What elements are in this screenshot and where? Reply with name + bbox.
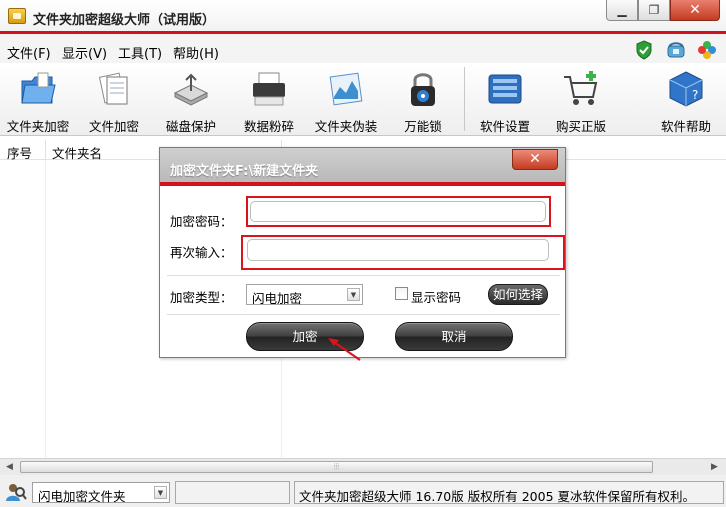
- users-search-icon: [6, 484, 27, 501]
- scroll-grip-icon: ⦙⦙⦙: [333, 462, 340, 471]
- encrypt-type-select[interactable]: 闪电加密 ▼: [246, 284, 363, 306]
- folder-type-value: 闪电加密文件夹: [38, 489, 126, 504]
- grid-line: [45, 160, 46, 458]
- menu-bar: 文件(F) 显示(V) 工具(T) 帮助(H): [0, 37, 726, 63]
- toolbar-label: 文件夹伪装: [314, 119, 378, 134]
- padlock-icon: [411, 73, 435, 106]
- toolbar-label: 购买正版: [555, 119, 606, 134]
- toolbar-label: 文件加密: [88, 119, 139, 134]
- title-bar: 文件夹加密超级大师（试用版） ▁ ❐ ✕: [0, 0, 726, 34]
- data-shred-button[interactable]: 数据粉碎: [231, 63, 307, 136]
- toolbar-label: 文件夹加密: [6, 119, 70, 134]
- password-input[interactable]: [250, 201, 546, 222]
- svg-text:?: ?: [692, 88, 698, 102]
- disk-protect-button[interactable]: 磁盘保护: [153, 63, 229, 136]
- toolbar: 文件夹加密 文件加密 磁盘保护 数据粉碎 文件夹伪装 万能锁 软件设置 购买正版…: [0, 63, 726, 136]
- toolbar-label: 万能锁: [404, 119, 442, 134]
- maximize-icon: ❐: [648, 3, 660, 17]
- folder-type-filter[interactable]: 闪电加密文件夹 ▼: [32, 482, 170, 504]
- software-settings-button[interactable]: 软件设置: [467, 63, 543, 136]
- toolbar-label: 软件帮助: [660, 119, 711, 134]
- scroll-thumb[interactable]: ⦙⦙⦙: [20, 461, 653, 473]
- encrypt-type-value: 闪电加密: [252, 291, 303, 306]
- help-cube-icon: ?: [669, 71, 703, 107]
- menu-tools[interactable]: 工具(T): [118, 43, 162, 62]
- dialog-divider: [167, 314, 560, 315]
- dialog-title-bar: 加密文件夹F:\新建文件夹 ✕: [160, 148, 565, 186]
- column-index[interactable]: 序号: [7, 143, 32, 162]
- close-button[interactable]: ✕: [670, 0, 720, 21]
- folder-icon: [21, 72, 56, 104]
- app-icon: [8, 8, 26, 24]
- close-icon: ✕: [689, 2, 701, 18]
- settings-panel-icon: [488, 74, 522, 104]
- password-label: 加密密码：: [170, 214, 233, 229]
- encrypt-folder-dialog: 加密文件夹F:\新建文件夹 ✕ 加密密码： 再次输入： 加密类型： 闪电加密 ▼…: [159, 147, 566, 358]
- close-icon: ✕: [529, 151, 541, 167]
- toolbar-label: 数据粉碎: [243, 119, 294, 134]
- buy-license-button[interactable]: 购买正版: [543, 63, 619, 136]
- folder-disguise-button[interactable]: 文件夹伪装: [308, 63, 384, 136]
- column-divider[interactable]: [45, 140, 46, 160]
- scroll-right-arrow[interactable]: ▶: [706, 459, 723, 475]
- software-help-button[interactable]: ? 软件帮助: [648, 63, 724, 136]
- status-bar: 闪电加密文件夹 ▼ 文件夹加密超级大师 16.70版 版权所有 2005 夏冰软…: [0, 476, 726, 507]
- minimize-button[interactable]: ▁: [606, 0, 638, 21]
- column-folder-name[interactable]: 文件夹名: [52, 143, 102, 162]
- toolbar-label: 磁盘保护: [165, 119, 216, 134]
- menu-help[interactable]: 帮助(H): [173, 43, 219, 62]
- confirm-password-input[interactable]: [247, 239, 549, 261]
- usb-drive-icon: [173, 73, 209, 106]
- show-password-label[interactable]: 显示密码: [411, 287, 461, 306]
- copyright-text: 文件夹加密超级大师 16.70版 版权所有 2005 夏冰软件保留所有权利。: [299, 489, 695, 504]
- how-to-choose-button[interactable]: 如何选择: [488, 284, 548, 305]
- dialog-title: 加密文件夹F:\新建文件夹: [170, 164, 319, 179]
- encrypt-type-label: 加密类型：: [170, 290, 233, 305]
- dialog-divider: [167, 275, 560, 276]
- menu-file[interactable]: 文件(F): [7, 43, 51, 62]
- toolbar-separator: [464, 67, 465, 131]
- universal-lock-button[interactable]: 万能锁: [385, 63, 461, 136]
- folder-encrypt-button[interactable]: 文件夹加密: [0, 63, 76, 136]
- status-panel: [175, 481, 290, 504]
- scroll-left-arrow[interactable]: ◀: [1, 459, 18, 475]
- chevron-down-icon[interactable]: ▼: [154, 486, 167, 499]
- horizontal-scrollbar[interactable]: ◀ ⦙⦙⦙ ▶: [0, 458, 726, 475]
- shopping-cart-icon: [564, 71, 598, 105]
- disguise-icon: [329, 72, 363, 106]
- toolbar-label: 软件设置: [479, 119, 530, 134]
- menu-view[interactable]: 显示(V): [62, 43, 107, 62]
- shield-check-icon[interactable]: [634, 40, 654, 60]
- shredder-icon: [253, 72, 285, 106]
- flower-icon[interactable]: [697, 40, 717, 60]
- dialog-close-button[interactable]: ✕: [512, 149, 558, 170]
- cancel-button[interactable]: 取消: [395, 322, 513, 351]
- chevron-down-icon[interactable]: ▼: [347, 288, 360, 301]
- minimize-icon: ▁: [617, 3, 627, 17]
- documents-icon: [98, 72, 128, 105]
- maximize-button[interactable]: ❐: [638, 0, 670, 21]
- show-password-checkbox[interactable]: [395, 287, 408, 300]
- copyright-panel: 文件夹加密超级大师 16.70版 版权所有 2005 夏冰软件保留所有权利。: [294, 481, 724, 504]
- annotation-arrow-icon: [328, 338, 361, 361]
- window-title: 文件夹加密超级大师（试用版）: [33, 13, 216, 28]
- phone-icon[interactable]: [666, 40, 686, 60]
- confirm-password-label: 再次输入：: [170, 245, 233, 260]
- file-encrypt-button[interactable]: 文件加密: [76, 63, 152, 136]
